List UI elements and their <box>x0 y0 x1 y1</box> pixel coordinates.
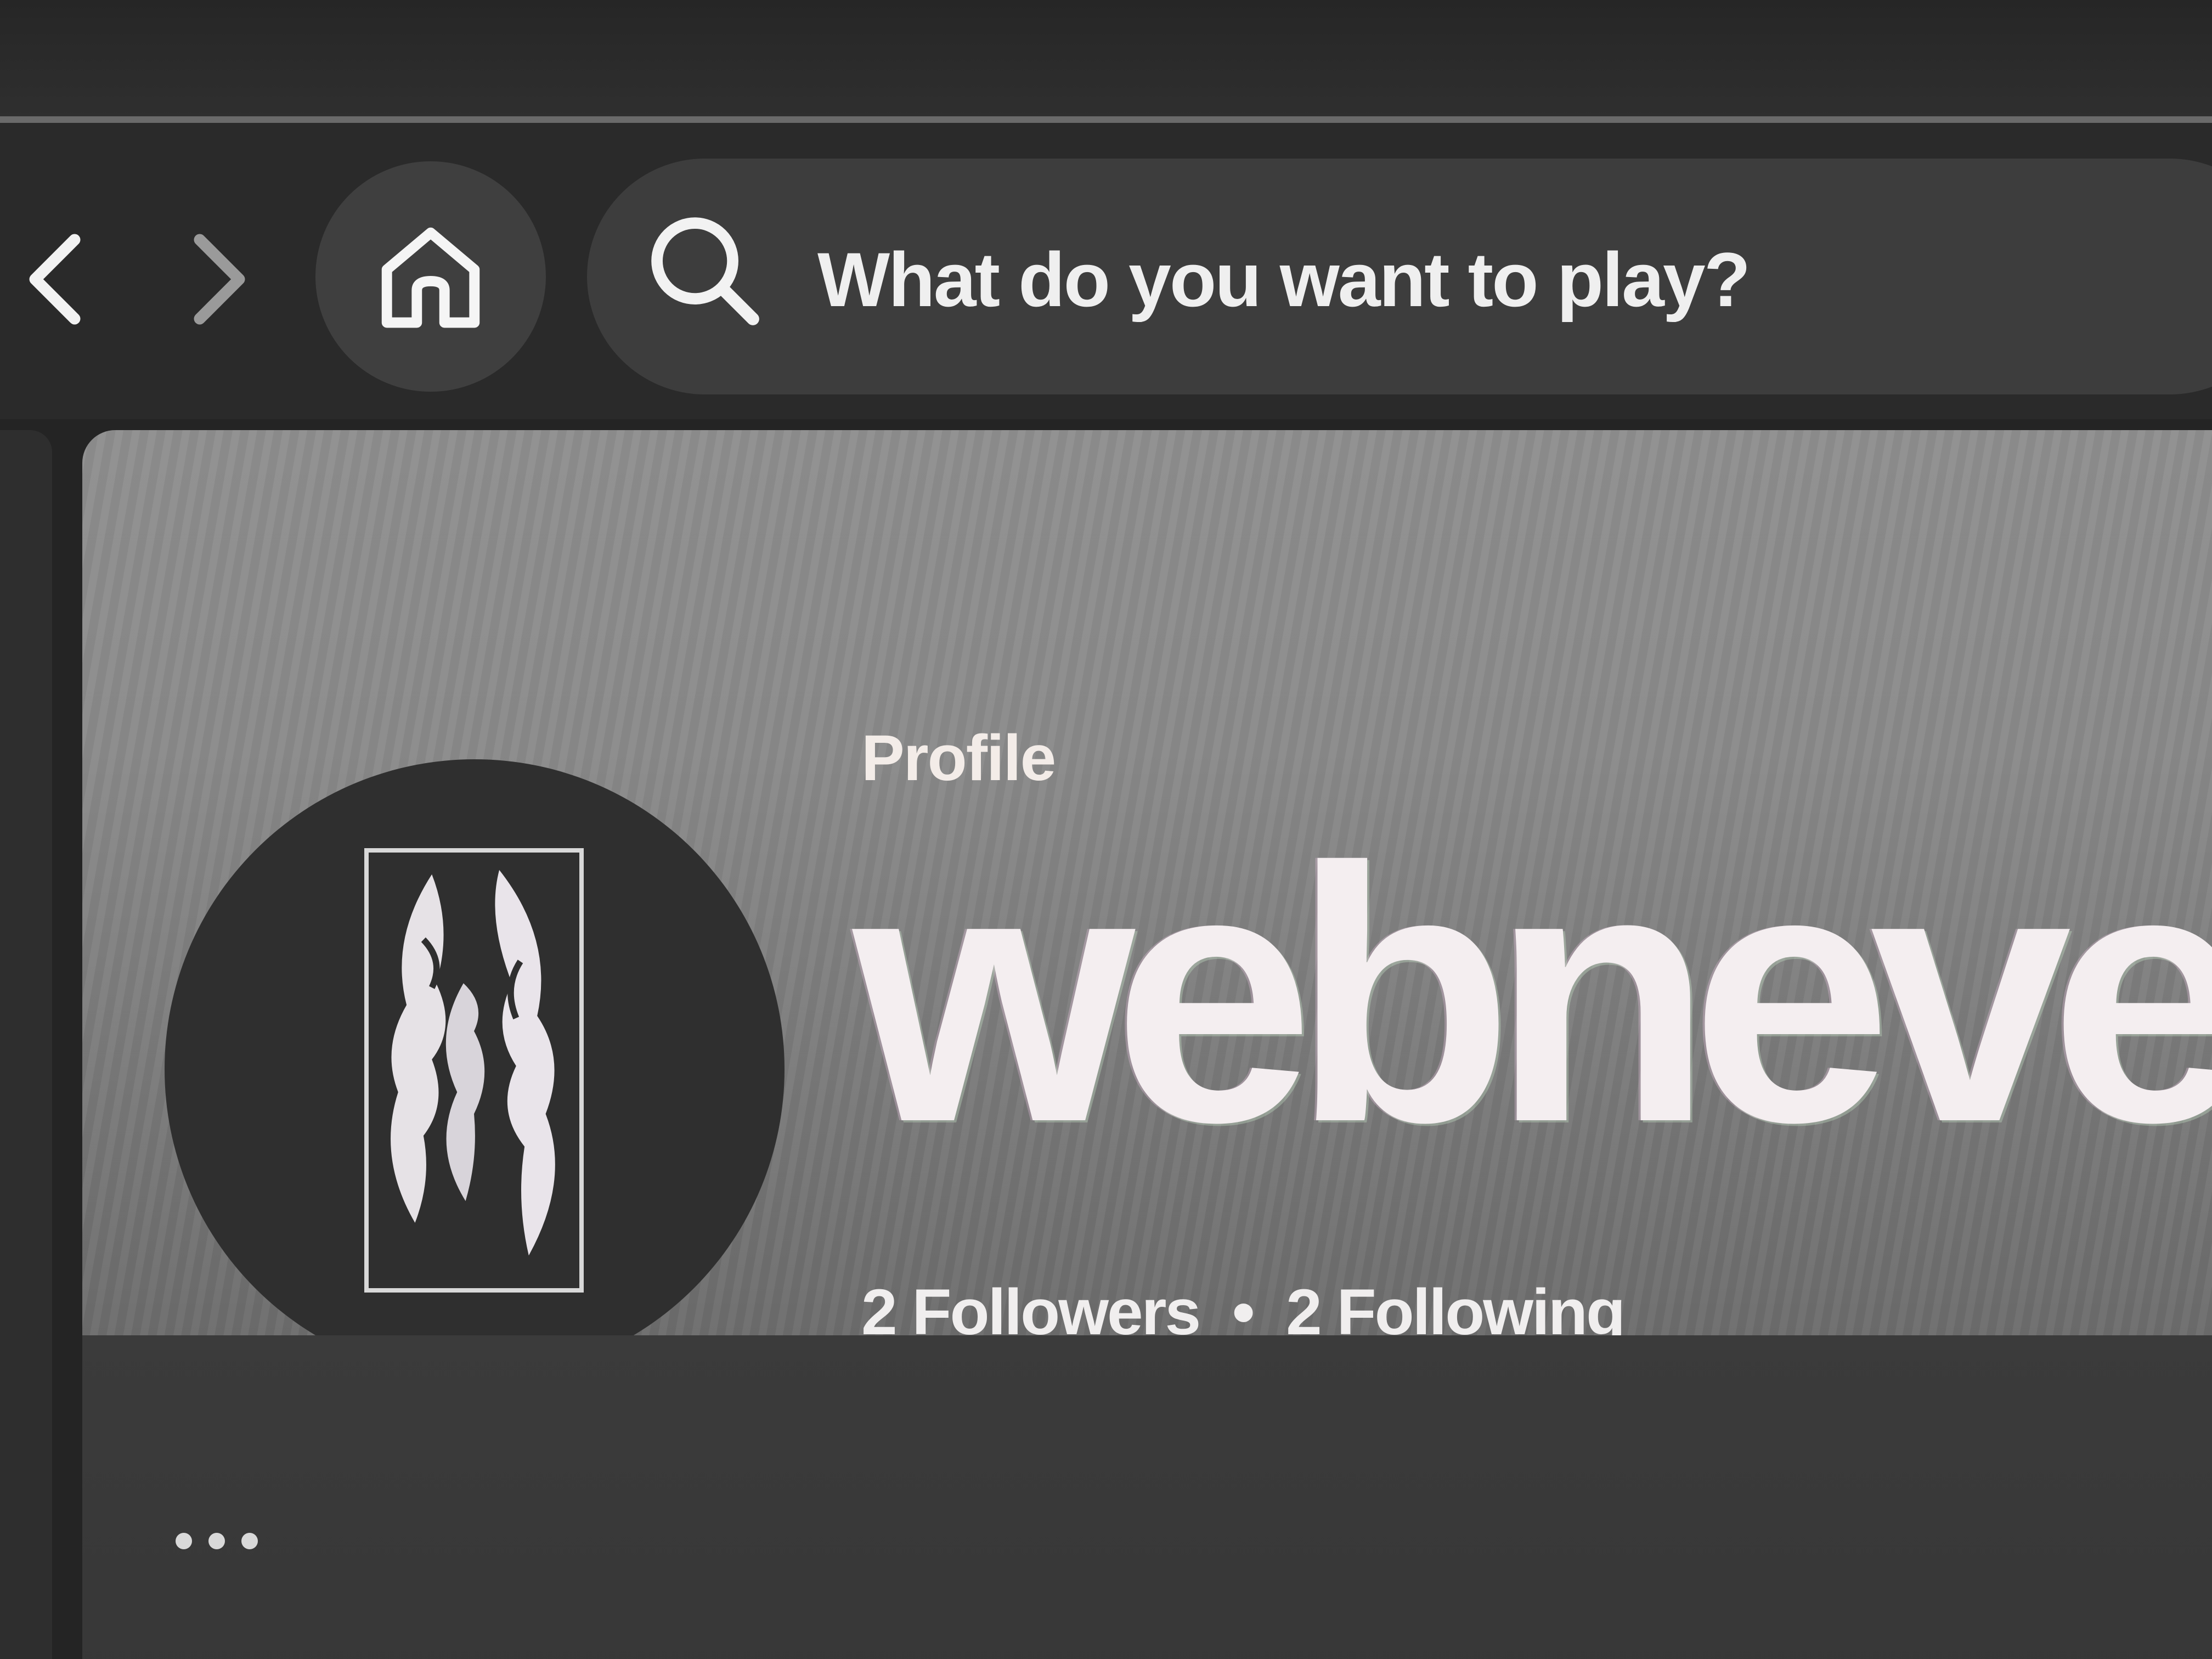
chevron-left-icon <box>29 234 81 325</box>
more-options-button[interactable] <box>176 1525 285 1558</box>
photo-frame: What do you want to play? Profile webnev… <box>0 0 2212 1659</box>
claw-logo-icon <box>364 848 584 1293</box>
more-options-icon <box>241 1533 258 1549</box>
top-bar: What do you want to play? <box>0 123 2212 419</box>
more-options-icon <box>176 1533 192 1549</box>
avatar[interactable] <box>165 759 785 1379</box>
home-button[interactable] <box>315 161 546 392</box>
home-icon <box>381 227 480 328</box>
search-bar[interactable]: What do you want to play? <box>587 159 2212 394</box>
profile-name: webneve <box>853 793 2212 1197</box>
main-content: Profile webneve 2 Followers • 2 Followin… <box>82 430 2212 1659</box>
app-window: What do you want to play? Profile webnev… <box>0 123 2212 1659</box>
search-icon <box>651 217 759 325</box>
forward-button[interactable] <box>181 234 258 325</box>
search-input[interactable]: What do you want to play? <box>817 235 1751 324</box>
profile-header: Profile webneve 2 Followers • 2 Followin… <box>82 430 2212 1379</box>
monitor-bezel-edge <box>0 116 2212 123</box>
profile-type-label: Profile <box>861 722 1056 794</box>
sidebar-edge <box>0 430 52 1659</box>
profile-body <box>82 1335 2212 1659</box>
back-button[interactable] <box>16 234 93 325</box>
chevron-right-icon <box>194 234 245 325</box>
monitor-bezel <box>0 0 2212 118</box>
more-options-icon <box>208 1533 225 1549</box>
